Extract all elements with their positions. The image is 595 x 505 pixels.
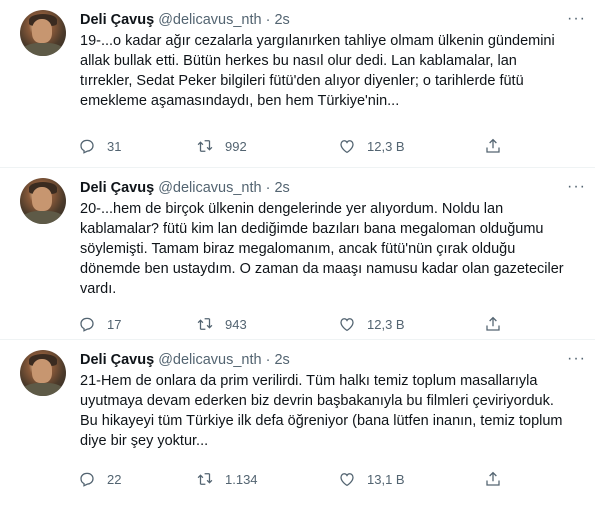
author-name[interactable]: Deli Çavuş (80, 12, 154, 28)
tweet-text: 19-...o kadar ağır cezalarla yargılanırk… (80, 33, 555, 109)
avatar[interactable] (20, 10, 66, 56)
like-count: 12,3 B (367, 316, 405, 332)
reply-icon (80, 317, 94, 332)
author-handle[interactable]: @delicavus_nth (158, 352, 261, 368)
tweet-actions: 31 992 12,3 B (78, 136, 508, 156)
reply-count: 22 (107, 471, 122, 487)
tweet-text: 20-...hem de birçok ülkenin dengelerinde… (80, 201, 564, 297)
timestamp[interactable]: 2s (274, 180, 289, 196)
reply-button[interactable]: 17 (78, 314, 121, 334)
heart-icon (340, 473, 354, 487)
author-name[interactable]: Deli Çavuş (80, 180, 154, 196)
retweet-button[interactable]: 943 (196, 314, 247, 334)
retweet-count: 1.134 (225, 471, 258, 487)
retweet-icon (197, 473, 213, 485)
tweet-header: Deli Çavuş @delicavus_nth · 2s (80, 351, 290, 370)
separator-dot: · (265, 352, 271, 368)
tweet[interactable]: Deli Çavuş @delicavus_nth · 2s ··· 19-..… (0, 0, 595, 168)
retweet-icon (197, 318, 213, 330)
reply-button[interactable]: 31 (78, 136, 121, 156)
reply-count: 17 (107, 316, 122, 332)
share-button[interactable] (484, 314, 502, 334)
author-name[interactable]: Deli Çavuş (80, 352, 154, 368)
like-button[interactable]: 12,3 B (338, 314, 405, 334)
author-handle[interactable]: @delicavus_nth (158, 12, 261, 28)
share-icon (486, 471, 500, 486)
like-button[interactable]: 13,1 B (338, 469, 405, 489)
separator-dot: · (265, 180, 271, 196)
separator-dot: · (265, 12, 271, 28)
reply-icon (80, 472, 94, 487)
more-options-icon[interactable]: ··· (567, 178, 586, 196)
retweet-icon (197, 140, 213, 152)
reply-icon (80, 139, 94, 154)
like-count: 12,3 B (367, 138, 405, 154)
heart-icon (340, 140, 354, 154)
avatar[interactable] (20, 350, 66, 396)
tweet[interactable]: Deli Çavuş @delicavus_nth · 2s ··· 21-He… (0, 340, 595, 505)
retweet-button[interactable]: 992 (196, 136, 247, 156)
timestamp[interactable]: 2s (274, 12, 289, 28)
tweet-actions: 17 943 12,3 B (78, 314, 508, 334)
reply-button[interactable]: 22 (78, 469, 121, 489)
tweet[interactable]: Deli Çavuş @delicavus_nth · 2s ··· 20-..… (0, 168, 595, 340)
heart-icon (340, 318, 354, 332)
retweet-count: 992 (225, 138, 247, 154)
tweet-actions: 22 1.134 13,1 B (78, 469, 508, 489)
avatar[interactable] (20, 178, 66, 224)
like-count: 13,1 B (367, 471, 405, 487)
more-options-icon[interactable]: ··· (567, 10, 586, 28)
author-handle[interactable]: @delicavus_nth (158, 180, 261, 196)
reply-count: 31 (107, 138, 122, 154)
share-button[interactable] (484, 136, 502, 156)
share-icon (486, 316, 500, 331)
retweet-count: 943 (225, 316, 247, 332)
retweet-button[interactable]: 1.134 (196, 469, 258, 489)
tweet-header: Deli Çavuş @delicavus_nth · 2s (80, 11, 290, 30)
like-button[interactable]: 12,3 B (338, 136, 405, 156)
tweet-text: 21-Hem de onlara da prim verilirdi. Tüm … (80, 373, 563, 449)
tweet-header: Deli Çavuş @delicavus_nth · 2s (80, 179, 290, 198)
share-button[interactable] (484, 469, 502, 489)
share-icon (486, 138, 500, 153)
more-options-icon[interactable]: ··· (567, 350, 586, 368)
timestamp[interactable]: 2s (274, 352, 289, 368)
